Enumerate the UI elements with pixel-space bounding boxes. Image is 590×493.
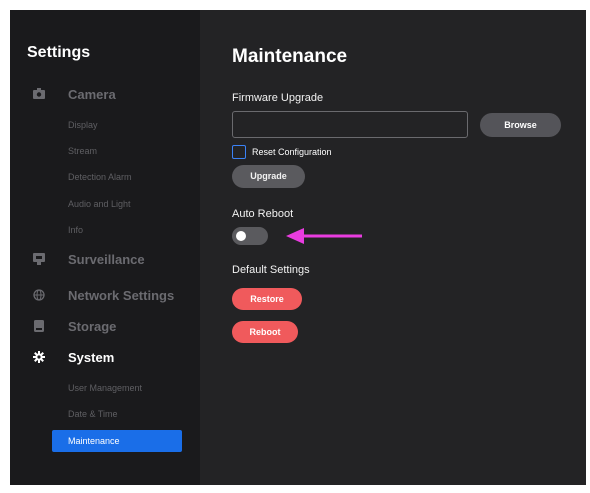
camera-icon (32, 88, 46, 102)
main-panel: Maintenance Firmware Upgrade Browse Rese… (200, 10, 586, 485)
browse-button[interactable]: Browse (480, 113, 561, 137)
restore-button[interactable]: Restore (232, 288, 302, 310)
sidebar-subitem-display[interactable]: Display (68, 120, 98, 130)
sidebar-subitem-audio-and-light[interactable]: Audio and Light (68, 199, 131, 209)
reset-configuration-checkbox[interactable] (232, 145, 246, 159)
sidebar-subitem-user-management[interactable]: User Management (68, 383, 142, 393)
sidebar-subitem-maintenance[interactable]: Maintenance (52, 430, 182, 452)
sidebar-subitem-detection-alarm[interactable]: Detection Alarm (68, 172, 132, 182)
gear-icon (32, 351, 46, 366)
sidebar-item-label: Camera (68, 87, 116, 102)
sidebar-item-label: System (68, 350, 115, 365)
sidebar-subitem-info[interactable]: Info (68, 225, 83, 235)
annotation-arrow-icon (286, 228, 362, 244)
firmware-file-input[interactable] (232, 111, 468, 138)
auto-reboot-label: Auto Reboot (232, 208, 294, 220)
sidebar-item-label: Storage (68, 319, 117, 334)
globe-icon (32, 289, 46, 304)
sidebar-title: Settings (27, 44, 91, 61)
sidebar-item-label: Network Settings (68, 288, 175, 303)
sidebar-item-label: Surveillance (68, 252, 145, 267)
reboot-button[interactable]: Reboot (232, 321, 298, 343)
firmware-upgrade-label: Firmware Upgrade (232, 92, 324, 104)
settings-window: Settings Camera Display Stream Detection… (10, 10, 586, 485)
page-title: Maintenance (232, 46, 348, 67)
upgrade-button[interactable]: Upgrade (232, 165, 305, 188)
sidebar-subitem-stream[interactable]: Stream (68, 146, 97, 156)
auto-reboot-toggle[interactable] (232, 227, 268, 245)
storage-icon (32, 320, 46, 335)
default-settings-label: Default Settings (232, 264, 310, 276)
sidebar-subitem-date-time[interactable]: Date & Time (68, 409, 118, 419)
surveillance-icon (32, 253, 46, 268)
sidebar: Settings Camera Display Stream Detection… (10, 10, 200, 485)
toggle-knob (236, 231, 246, 241)
reset-configuration-label: Reset Configuration (252, 147, 332, 157)
